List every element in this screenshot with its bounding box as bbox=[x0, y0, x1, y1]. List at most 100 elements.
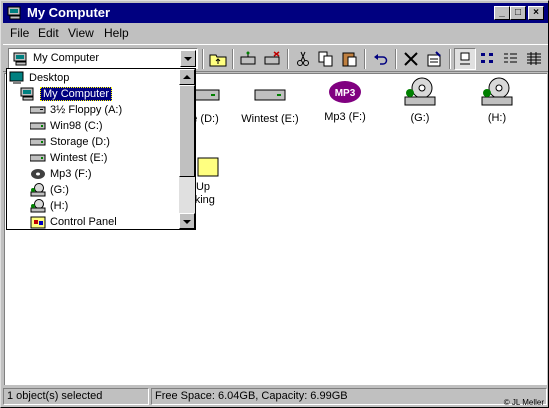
status-bar: 1 object(s) selected Free Space: 6.04GB,… bbox=[3, 387, 548, 406]
computer-icon bbox=[7, 6, 23, 20]
tree-item-desktop[interactable]: Desktop bbox=[9, 70, 69, 86]
tree-item-label: Win98 (C:) bbox=[50, 120, 103, 132]
drive-h-item[interactable]: (H:) bbox=[462, 77, 532, 124]
close-button[interactable]: × bbox=[528, 6, 544, 20]
map-drive-button[interactable] bbox=[237, 48, 259, 70]
status-space: Free Space: 6.04GB, Capacity: 6.99GB bbox=[151, 388, 547, 405]
paste-button[interactable] bbox=[338, 48, 360, 70]
map-drive-icon bbox=[240, 51, 256, 65]
drive-mp3-item[interactable]: MP3 Mp3 (F:) bbox=[310, 79, 380, 123]
large-icons-icon bbox=[460, 52, 470, 65]
item-label: Mp3 (F:) bbox=[324, 111, 366, 123]
address-combo[interactable]: My Computer bbox=[8, 48, 198, 69]
drive-icon bbox=[30, 151, 46, 165]
address-dropdown-button[interactable] bbox=[180, 50, 196, 67]
drive-icon bbox=[254, 89, 286, 101]
status-selected: 1 object(s) selected bbox=[3, 388, 149, 405]
window-title: My Computer bbox=[27, 5, 111, 20]
title-bar[interactable]: My Computer _ □ × bbox=[3, 3, 548, 23]
tree-item-win98[interactable]: Win98 (C:) bbox=[30, 118, 103, 134]
address-value: My Computer bbox=[33, 52, 100, 64]
details-view-icon bbox=[527, 52, 541, 65]
mp3-badge: MP3 bbox=[335, 88, 356, 99]
computer-icon bbox=[13, 52, 29, 69]
toolbar-separator bbox=[232, 49, 234, 69]
up-folder-icon bbox=[209, 54, 227, 67]
menu-help[interactable]: Help bbox=[104, 26, 129, 40]
delete-icon bbox=[404, 52, 418, 66]
menu-edit[interactable]: Edit bbox=[38, 26, 59, 40]
item-label: (G:) bbox=[410, 112, 430, 124]
item-label: Wintest (E:) bbox=[241, 113, 299, 125]
cd-icon bbox=[30, 167, 46, 181]
scroll-up-button[interactable] bbox=[179, 69, 195, 85]
tree-item-h[interactable]: (H:) bbox=[30, 198, 68, 214]
tree-item-g[interactable]: (G:) bbox=[30, 182, 69, 198]
copy-button[interactable] bbox=[315, 48, 337, 70]
cut-button[interactable] bbox=[292, 48, 314, 70]
toolbar-separator bbox=[202, 49, 204, 69]
floppy-icon bbox=[30, 103, 46, 117]
tree-item-label: Storage (D:) bbox=[50, 136, 110, 148]
toolbar-separator bbox=[364, 49, 366, 69]
delete-button[interactable] bbox=[400, 48, 422, 70]
view-large-icons-button[interactable] bbox=[454, 48, 476, 70]
drive-g-item[interactable]: (G:) bbox=[385, 77, 455, 124]
tree-item-floppy[interactable]: 3½ Floppy (A:) bbox=[30, 102, 122, 118]
undo-button[interactable] bbox=[369, 48, 391, 70]
tree-item-label: (G:) bbox=[50, 184, 69, 196]
undo-icon bbox=[374, 54, 388, 65]
toolbar-separator bbox=[449, 49, 451, 69]
menu-view[interactable]: View bbox=[68, 26, 94, 40]
tree-item-label: Wintest (E:) bbox=[50, 152, 108, 164]
tree-item-label: 3½ Floppy (A:) bbox=[50, 104, 123, 116]
chevron-down-icon bbox=[184, 57, 192, 61]
tree-item-wintest[interactable]: Wintest (E:) bbox=[30, 150, 107, 166]
scroll-down-button[interactable] bbox=[179, 213, 195, 229]
drive-wintest-item[interactable]: Wintest (E:) bbox=[235, 86, 305, 125]
properties-button[interactable] bbox=[423, 48, 445, 70]
control-panel-icon bbox=[30, 215, 46, 229]
scissors-icon bbox=[297, 51, 309, 66]
desktop-icon bbox=[9, 71, 25, 85]
tree-item-label: Control Panel bbox=[50, 216, 117, 228]
tree-item-label: Mp3 (F:) bbox=[50, 168, 92, 180]
drive-icon bbox=[30, 119, 46, 133]
list-view-icon bbox=[504, 53, 517, 63]
minimize-button[interactable]: _ bbox=[494, 6, 510, 20]
menu-bar: File Edit View Help bbox=[3, 24, 548, 43]
address-dropdown-list[interactable]: Desktop My Computer 3½ Floppy (A:) Win98… bbox=[6, 68, 196, 230]
tree-item-my-computer[interactable]: My Computer bbox=[20, 86, 113, 102]
copy-icon bbox=[318, 51, 333, 67]
view-details-button[interactable] bbox=[523, 48, 545, 70]
cd-drive-icon bbox=[404, 77, 436, 106]
properties-icon bbox=[427, 51, 441, 67]
tree-item-storage[interactable]: Storage (D:) bbox=[30, 134, 110, 150]
item-label: (H:) bbox=[487, 112, 507, 124]
tree-item-label: Desktop bbox=[29, 72, 70, 84]
tree-item-mp3[interactable]: Mp3 (F:) bbox=[30, 166, 92, 182]
disconnect-drive-button[interactable] bbox=[261, 48, 283, 70]
cd-icon: MP3 bbox=[329, 81, 361, 103]
cd-drive-icon bbox=[30, 183, 46, 197]
disconnect-drive-icon bbox=[264, 51, 280, 65]
maximize-button[interactable]: □ bbox=[510, 6, 526, 20]
explorer-window: My Computer _ □ × File Edit View Help My… bbox=[0, 0, 549, 408]
view-list-button[interactable] bbox=[500, 48, 522, 70]
copyright-credit: © JL Meller bbox=[503, 398, 544, 407]
tree-item-label: My Computer bbox=[40, 87, 113, 101]
chevron-up-icon bbox=[183, 75, 191, 79]
computer-icon bbox=[20, 87, 36, 101]
cd-drive-icon bbox=[30, 199, 46, 213]
dropdown-scrollbar[interactable] bbox=[179, 69, 195, 229]
chevron-down-icon bbox=[183, 220, 191, 224]
menu-file[interactable]: File bbox=[10, 26, 29, 40]
paste-icon bbox=[342, 52, 357, 67]
scroll-thumb[interactable] bbox=[179, 85, 195, 177]
toolbar-separator bbox=[395, 49, 397, 69]
up-folder-button[interactable] bbox=[207, 48, 229, 70]
view-small-icons-button[interactable] bbox=[477, 48, 499, 70]
small-icons-icon bbox=[481, 53, 493, 63]
tree-item-control-panel[interactable]: Control Panel bbox=[30, 214, 117, 230]
drive-icon bbox=[30, 135, 46, 149]
